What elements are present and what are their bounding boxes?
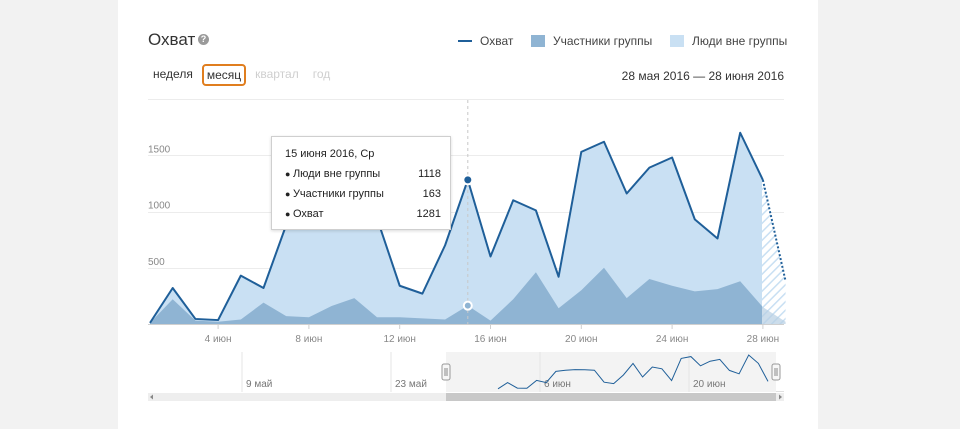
tooltip-row-value: 1281 (416, 208, 441, 220)
navigator-label: 9 май (246, 379, 272, 390)
x-tick-label: 24 июн (656, 334, 689, 345)
chart-svg[interactable]: 500 1000 1500 4 июн 8 июн 12 июн 16 июн 20 июн… (0, 0, 960, 429)
y-tick-label: 1000 (148, 201, 171, 212)
marker-reach (462, 174, 474, 186)
tooltip-row-value: 1118 (418, 168, 441, 180)
x-tick-label: 16 июн (474, 334, 507, 345)
y-tick-label: 1500 (148, 144, 171, 155)
x-tick-label: 4 июн (205, 334, 232, 345)
x-tick-label: 28 июн (747, 334, 780, 345)
navigator-label: 23 май (395, 379, 427, 390)
marker-members (462, 300, 473, 311)
y-tick-label: 500 (148, 257, 165, 268)
range-navigator[interactable]: 9 май 23 май 6 июн 20 июн (148, 352, 784, 401)
y-axis-labels: 500 1000 1500 (148, 144, 171, 268)
tooltip-row: Участники группы 163 (285, 188, 441, 200)
scrollbar-thumb[interactable] (446, 393, 776, 401)
tooltip-row: Охват 1281 (285, 208, 441, 220)
x-axis-labels: 4 июн 8 июн 12 июн 16 июн 20 июн 24 июн 28 июн (205, 324, 780, 345)
navigator-handle-right[interactable] (771, 363, 781, 381)
tooltip-row-value: 163 (422, 188, 441, 200)
tooltip-date: 15 июня 2016, Ср (285, 148, 375, 160)
navigator-handle-left[interactable] (441, 363, 451, 381)
tooltip-row: Люди вне группы 1118 (285, 168, 441, 180)
x-tick-label: 20 июн (565, 334, 598, 345)
x-tick-label: 12 июн (383, 334, 416, 345)
tooltip-row-name: Охват (285, 208, 324, 220)
tooltip-row-name: Участники группы (285, 188, 384, 200)
navigator-label: 20 июн (693, 379, 726, 390)
hover-tooltip: 15 июня 2016, Ср Люди вне группы 1118 Уч… (271, 136, 451, 230)
tooltip-row-name: Люди вне группы (285, 168, 380, 180)
navigator-selected-range (446, 352, 776, 392)
x-tick-label: 8 июн (295, 334, 322, 345)
